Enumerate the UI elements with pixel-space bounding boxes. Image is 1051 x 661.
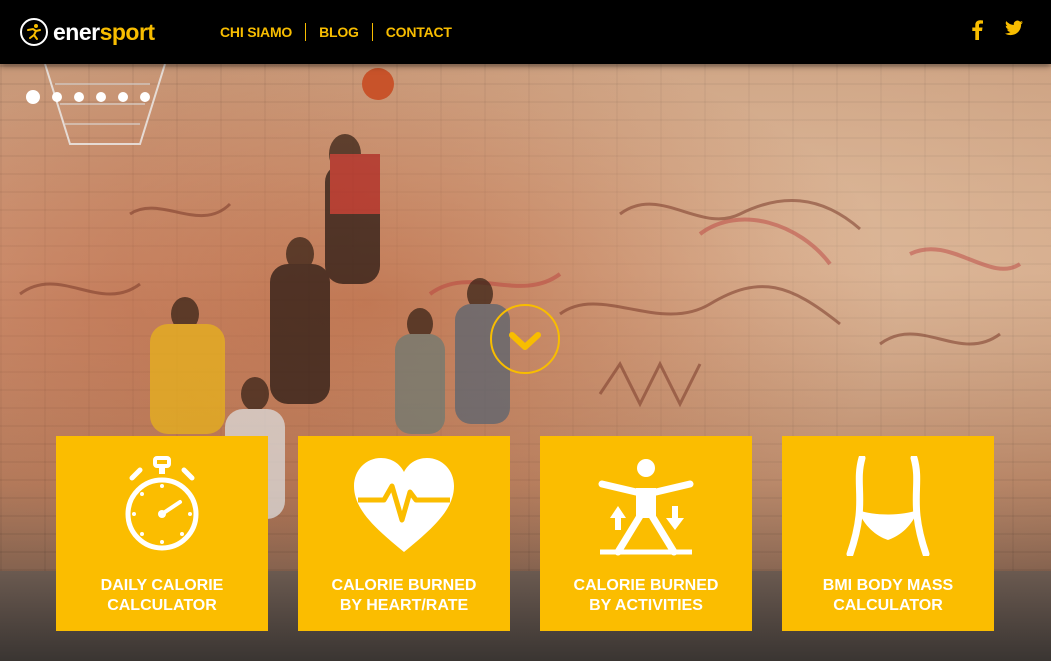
heart-rate-icon — [352, 456, 456, 556]
brand-name-part1: ener — [53, 18, 100, 45]
waist-icon — [840, 456, 936, 556]
stopwatch-icon — [122, 456, 202, 556]
slider-dot[interactable] — [96, 92, 106, 102]
activity-figure-icon — [596, 456, 696, 556]
social-links — [971, 20, 1023, 45]
slider-dot[interactable] — [26, 90, 40, 104]
slider-dot[interactable] — [74, 92, 84, 102]
card-daily-calorie-calculator[interactable]: DAILY CALORIE CALCULATOR — [56, 436, 268, 631]
slider-dot[interactable] — [118, 92, 128, 102]
calculator-cards: DAILY CALORIE CALCULATOR CALORIE BURNED … — [56, 436, 994, 631]
nav-contact[interactable]: CONTACT — [373, 23, 465, 41]
card-label: DAILY CALORIE CALCULATOR — [100, 577, 224, 614]
card-label: BMI BODY MASS CALCULATOR — [822, 577, 954, 614]
hero-slider: DAILY CALORIE CALCULATOR CALORIE BURNED … — [0, 64, 1051, 661]
nav-blog[interactable]: BLOG — [306, 23, 372, 41]
brand-name-part2: sport — [99, 18, 156, 45]
slider-dot[interactable] — [52, 92, 62, 102]
card-bmi-calculator[interactable]: BMI BODY MASS CALCULATOR — [782, 436, 994, 631]
card-calorie-burned-activities[interactable]: CALORIE BURNED BY ACTIVITIES — [540, 436, 752, 631]
main-nav: CHI SIAMO BLOG CONTACT — [220, 23, 465, 41]
twitter-icon[interactable] — [1005, 20, 1023, 45]
slider-dot[interactable] — [140, 92, 150, 102]
nav-chi-siamo[interactable]: CHI SIAMO — [220, 23, 305, 41]
slider-pagination — [26, 90, 150, 104]
card-label: CALORIE BURNED BY HEART/RATE — [331, 577, 477, 614]
chevron-down-icon — [509, 332, 541, 350]
card-label: CALORIE BURNED BY ACTIVITIES — [573, 577, 719, 614]
scroll-down-button[interactable] — [490, 304, 560, 374]
top-navbar: enersport CHI SIAMO BLOG CONTACT — [0, 0, 1051, 64]
facebook-icon[interactable] — [971, 20, 983, 45]
brand-logo[interactable]: enersport — [20, 16, 155, 48]
card-calorie-burned-heart-rate[interactable]: CALORIE BURNED BY HEART/RATE — [298, 436, 510, 631]
runner-logo-icon — [20, 18, 48, 46]
brand-wordmark: enersport — [53, 19, 155, 46]
